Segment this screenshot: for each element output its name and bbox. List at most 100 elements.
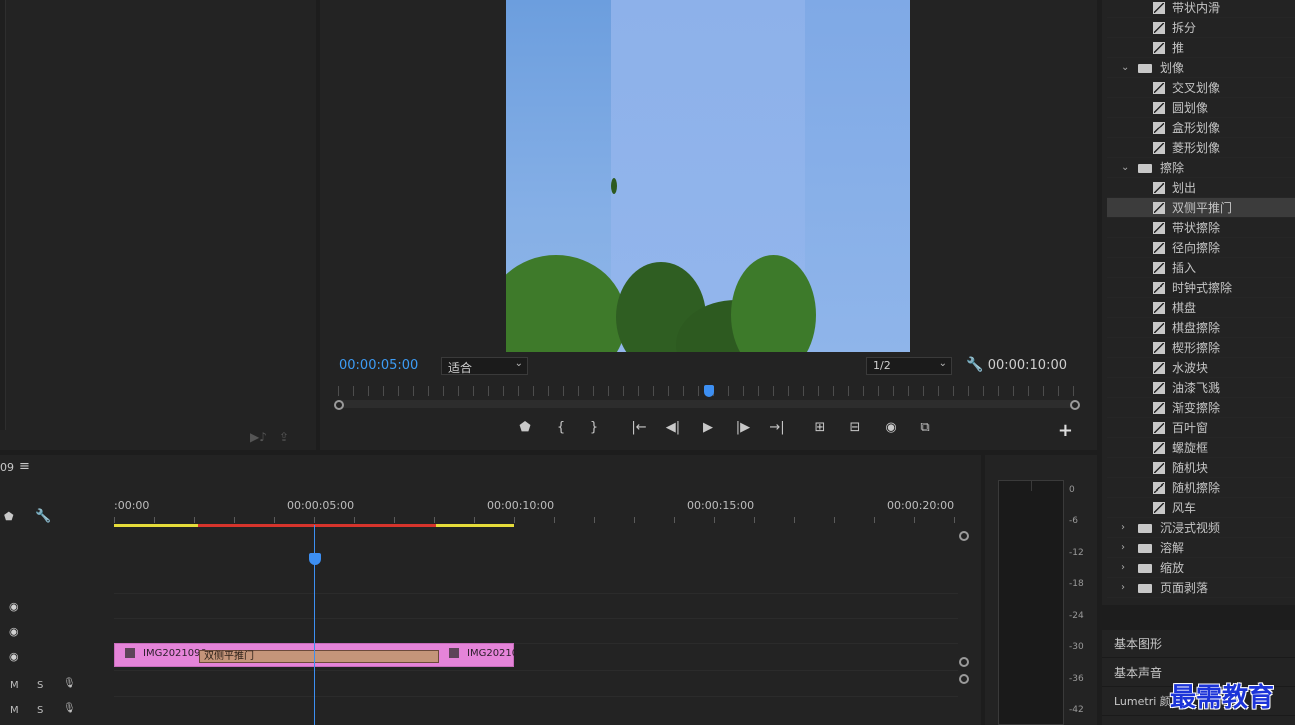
effects-folder[interactable]: › 页面剥落	[1107, 578, 1295, 598]
effect-item-label: 随机擦除	[1172, 481, 1221, 495]
ruler-label: 00:00:15:00	[687, 499, 755, 512]
effect-item[interactable]: 随机块	[1107, 458, 1295, 478]
button-editor-add-button[interactable]: +	[1058, 420, 1073, 441]
effects-folder-label: 缩放	[1160, 561, 1185, 575]
effect-item[interactable]: 带状擦除	[1107, 218, 1295, 238]
effect-item[interactable]: 螺旋框	[1107, 438, 1295, 458]
video-track-v3[interactable]	[114, 593, 958, 617]
program-playhead[interactable]	[704, 385, 714, 397]
fit-dropdown[interactable]: 适合 ⌄	[441, 357, 528, 375]
eye-icon[interactable]: ◉	[9, 625, 19, 638]
microphone-icon[interactable]: 🎙	[63, 678, 76, 689]
timeline-playhead[interactable]	[309, 553, 321, 565]
video-preview	[506, 0, 910, 352]
add-marker-icon[interactable]: ⬟	[4, 510, 14, 523]
effect-item[interactable]: 推	[1107, 38, 1295, 58]
solo-button[interactable]: S	[37, 705, 43, 716]
timeline-panel: 09 ≡ ⬟ 🔧 :00:00 00:00:05:00 00:00:10:00 …	[0, 455, 981, 725]
db-label: -6	[1069, 516, 1078, 526]
transition-icon	[1153, 82, 1165, 94]
mark-in-icon[interactable]: {	[550, 420, 572, 435]
effects-folder[interactable]: › 缩放	[1107, 558, 1295, 578]
mute-button[interactable]: M	[10, 680, 19, 691]
play-icon[interactable]: ▶	[697, 420, 719, 435]
microphone-icon[interactable]: 🎙	[63, 703, 76, 714]
effect-item[interactable]: 盒形划像	[1107, 118, 1295, 138]
effects-folder-label: 页面剥落	[1160, 581, 1209, 595]
effect-item[interactable]: 划出	[1107, 178, 1295, 198]
transition-icon	[1153, 262, 1165, 274]
scroll-handle-mid[interactable]	[959, 657, 969, 667]
step-forward-icon[interactable]: |▶	[732, 420, 754, 435]
audio-track-a2[interactable]	[114, 696, 958, 720]
effects-folder[interactable]: › 溶解	[1107, 538, 1295, 558]
mute-button[interactable]: M	[10, 705, 19, 716]
effect-item[interactable]: 时钟式擦除	[1107, 278, 1295, 298]
eye-icon[interactable]: ◉	[9, 650, 19, 663]
wrench-icon[interactable]: 🔧	[35, 509, 51, 524]
zoom-handle-right[interactable]	[1070, 400, 1080, 410]
camera-icon[interactable]: ◉	[880, 420, 902, 435]
current-timecode[interactable]: 00:00:05:00	[339, 358, 418, 373]
chevron-down-icon[interactable]: ⌄	[1121, 158, 1129, 178]
scroll-handle-top[interactable]	[959, 531, 969, 541]
effects-folder[interactable]: ⌄ 擦除	[1107, 158, 1295, 178]
solo-button[interactable]: S	[37, 680, 43, 691]
video-track-v2[interactable]	[114, 618, 958, 642]
effect-item[interactable]: 楔形擦除	[1107, 338, 1295, 358]
step-back-icon[interactable]: ◀|	[662, 420, 684, 435]
effects-folder[interactable]: ⌄ 划像	[1107, 58, 1295, 78]
effect-item[interactable]: 渐变擦除	[1107, 398, 1295, 418]
compare-icon[interactable]: ⧉	[914, 420, 936, 435]
mark-out-icon[interactable]: }	[583, 420, 605, 435]
effect-item[interactable]: 菱形划像	[1107, 138, 1295, 158]
transition-icon	[1153, 362, 1165, 374]
effect-item[interactable]: 径向擦除	[1107, 238, 1295, 258]
add-marker-icon[interactable]: ⬟	[514, 420, 536, 435]
transition-clip[interactable]: 双侧平推门	[199, 650, 439, 663]
effect-item[interactable]: 水波块	[1107, 358, 1295, 378]
chevron-right-icon[interactable]: ›	[1121, 558, 1125, 578]
insert-icon[interactable]: ▶♪	[250, 430, 267, 444]
audio-track-a1[interactable]	[114, 670, 958, 694]
effect-item[interactable]: 油漆飞溅	[1107, 378, 1295, 398]
lift-icon[interactable]: ⊞	[809, 420, 831, 435]
effect-item[interactable]: 棋盘	[1107, 298, 1295, 318]
effect-item[interactable]: 带状内滑	[1107, 0, 1295, 18]
folder-icon	[1138, 564, 1152, 573]
effect-item[interactable]: 随机擦除	[1107, 478, 1295, 498]
sequence-tab[interactable]: 09	[0, 461, 14, 474]
ruler-label: 00:00:10:00	[487, 499, 555, 512]
wrench-icon[interactable]: 🔧	[966, 357, 983, 373]
scroll-handle-bottom[interactable]	[959, 674, 969, 684]
effect-item[interactable]: 风车	[1107, 498, 1295, 518]
program-zoom-bar[interactable]	[338, 400, 1076, 408]
go-to-in-icon[interactable]: |←	[628, 420, 650, 435]
effect-item[interactable]: 百叶窗	[1107, 418, 1295, 438]
eye-icon[interactable]: ◉	[9, 600, 19, 613]
export-icon[interactable]: ⇪	[279, 430, 289, 444]
effect-item-label: 菱形划像	[1172, 141, 1221, 155]
timeline-ruler[interactable]: :00:00 00:00:05:00 00:00:10:00 00:00:15:…	[114, 495, 956, 565]
go-to-out-icon[interactable]: →|	[766, 420, 788, 435]
basic-graphics-tab[interactable]: 基本图形	[1102, 630, 1295, 658]
effect-item-label: 棋盘擦除	[1172, 321, 1221, 335]
effect-item[interactable]: 棋盘擦除	[1107, 318, 1295, 338]
extract-icon[interactable]: ⊟	[844, 420, 866, 435]
effect-item[interactable]: 插入	[1107, 258, 1295, 278]
menu-icon[interactable]: ≡	[19, 459, 30, 474]
effect-item[interactable]: 拆分	[1107, 18, 1295, 38]
effects-folder[interactable]: › 沉浸式视频	[1107, 518, 1295, 538]
transition-icon	[1153, 402, 1165, 414]
folder-icon	[1138, 524, 1152, 533]
effect-item[interactable]: 交叉划像	[1107, 78, 1295, 98]
chevron-right-icon[interactable]: ›	[1121, 518, 1125, 538]
resolution-dropdown[interactable]: 1/2 ⌄	[866, 357, 952, 375]
chevron-right-icon[interactable]: ›	[1121, 578, 1125, 598]
transition-icon	[1153, 302, 1165, 314]
effect-item[interactable]: 圆划像	[1107, 98, 1295, 118]
chevron-right-icon[interactable]: ›	[1121, 538, 1125, 558]
chevron-down-icon[interactable]: ⌄	[1121, 58, 1129, 78]
zoom-handle-left[interactable]	[334, 400, 344, 410]
effect-item[interactable]: 双侧平推门	[1107, 198, 1295, 218]
